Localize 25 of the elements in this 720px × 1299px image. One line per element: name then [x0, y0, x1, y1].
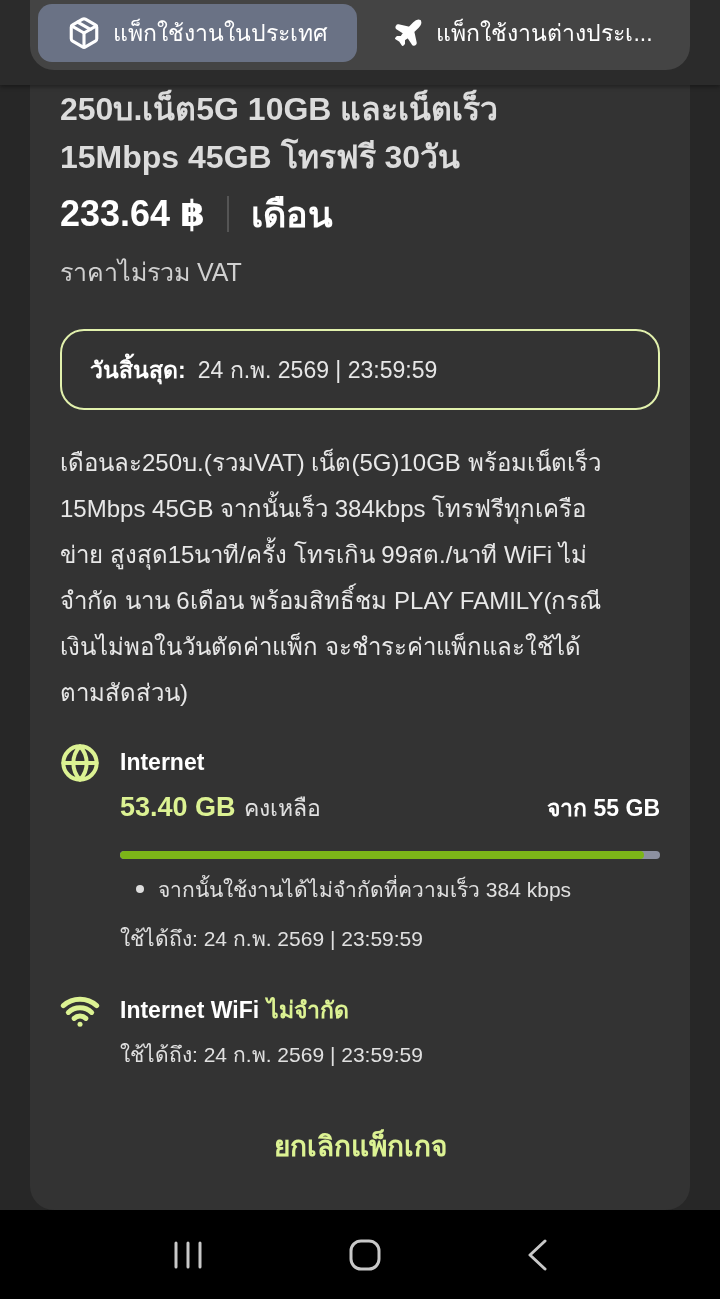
- note-text: จากนั้นใช้งานได้ไม่จำกัดที่ความเร็ว 384 kbps: [158, 874, 572, 903]
- recents-icon[interactable]: [173, 1240, 203, 1269]
- remaining-label: คงเหลือ: [243, 794, 321, 823]
- bullet-icon: [136, 885, 144, 893]
- total-amount: จาก 55 GB: [547, 794, 660, 823]
- cancel-package-button[interactable]: ยกเลิกแพ็กเกจ: [253, 1118, 467, 1174]
- allowance-status: ไม่จำกัด: [267, 996, 350, 1025]
- price-note: ราคาไม่รวม VAT: [60, 257, 243, 288]
- allowance-name: Internet WiFi: [120, 996, 260, 1024]
- price-period: เดือน: [251, 192, 334, 237]
- allowance-name: Internet: [120, 748, 205, 776]
- expiry-value: 24 ก.พ. 2569 | 23:59:59: [197, 355, 438, 385]
- price: 233.64 ฿: [60, 193, 206, 235]
- tab[interactable]: แพ็กใช้งานในประเทศ: [38, 4, 357, 62]
- expiry-label: วันสิ้นสุด:: [90, 351, 186, 388]
- package-description: เดือนละ250บ.(รวมVAT) เน็ต(5G)10GB พร้อมเน็ตเร็ว 15Mbps 45GB จากนั้นเร็ว 384kbps โทรฟรีทุกเครือข่าย สูงสุด15นาที/ครั้ง โทรเกิน 99สต./นาที WiFi ไม่จำกัด นาน 6เดือน พร้อมสิทธิ์ชม PLAY FAMILY(กรณีเงินไม่พอในวันตัดค่าแพ็ก จะชำระค่าแพ็กและใช้ได้ตามสัดส่วน): [60, 447, 603, 708]
- package-title: 250บ.เน็ต5G 10GB และเน็ตเร็ว 15Mbps 45GB โทรฟรี 30วัน: [60, 88, 500, 177]
- valid-until-text: ใช้ได้ถึง: 24 ก.พ. 2569 | 23:59:59: [120, 926, 424, 952]
- tab[interactable]: แพ็กใช้งานต่างประเ...: [363, 4, 682, 62]
- valid-until-text: ใช้ได้ถึง: 24 ก.พ. 2569 | 23:59:59: [120, 1042, 424, 1068]
- globe-icon: [60, 743, 100, 783]
- remaining-amount: 53.40 GB: [120, 792, 236, 823]
- package-icon: [67, 16, 101, 50]
- back-icon[interactable]: [527, 1238, 547, 1271]
- home-icon[interactable]: [349, 1238, 381, 1271]
